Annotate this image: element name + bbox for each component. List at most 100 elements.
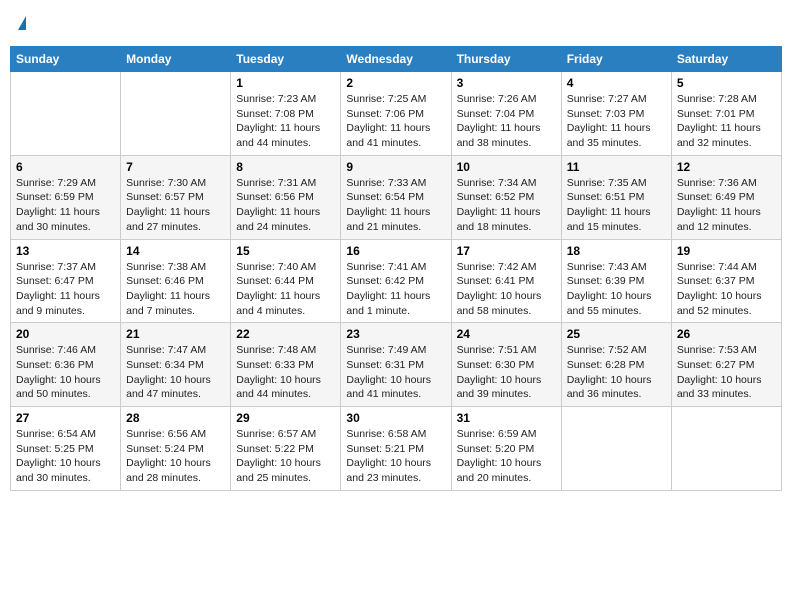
calendar-cell: 27 Sunrise: 6:54 AM Sunset: 5:25 PM Dayli… [11, 407, 121, 491]
calendar-cell: 18Sunrise: 7:43 AM Sunset: 6:39 PM Dayli… [561, 239, 671, 323]
day-number: 14 [126, 244, 225, 258]
calendar-cell: 31 Sunrise: 6:59 AM Sunset: 5:20 PM Dayli… [451, 407, 561, 491]
day-number: 23 [346, 327, 445, 341]
calendar-cell [671, 407, 781, 491]
calendar-cell: 12 Sunrise: 7:36 AM Sunset: 6:49 PM Dayli… [671, 155, 781, 239]
day-info: Sunrise: 7:27 AM Sunset: 7:03 PM Dayligh… [567, 92, 666, 151]
day-info: Sunrise: 7:35 AM Sunset: 6:51 PM Dayligh… [567, 176, 666, 235]
day-number: 19 [677, 244, 776, 258]
calendar-cell: 7 Sunrise: 7:30 AM Sunset: 6:57 PM Daylig… [121, 155, 231, 239]
calendar-cell: 29 Sunrise: 6:57 AM Sunset: 5:22 PM Dayli… [231, 407, 341, 491]
day-number: 21 [126, 327, 225, 341]
day-info: Sunrise: 7:42 AM Sunset: 6:41 PM Dayligh… [457, 260, 556, 319]
calendar-cell: 10 Sunrise: 7:34 AM Sunset: 6:52 PM Dayli… [451, 155, 561, 239]
logo-triangle-icon [18, 16, 26, 30]
page-header [10, 10, 782, 38]
calendar-cell: 30Sunrise: 6:58 AM Sunset: 5:21 PM Dayli… [341, 407, 451, 491]
day-number: 17 [457, 244, 556, 258]
calendar-cell: 22 Sunrise: 7:48 AM Sunset: 6:33 PM Dayli… [231, 323, 341, 407]
day-info: Sunrise: 6:57 AM Sunset: 5:22 PM Dayligh… [236, 427, 335, 486]
day-info: Sunrise: 7:49 AM Sunset: 6:31 PM Dayligh… [346, 343, 445, 402]
day-info: Sunrise: 7:30 AM Sunset: 6:57 PM Dayligh… [126, 176, 225, 235]
calendar-cell: 13 Sunrise: 7:37 AM Sunset: 6:47 PM Dayli… [11, 239, 121, 323]
calendar-cell [121, 72, 231, 156]
day-number: 25 [567, 327, 666, 341]
day-number: 20 [16, 327, 115, 341]
calendar-cell: 11Sunrise: 7:35 AM Sunset: 6:51 PM Dayli… [561, 155, 671, 239]
day-number: 3 [457, 76, 556, 90]
day-info: Sunrise: 7:28 AM Sunset: 7:01 PM Dayligh… [677, 92, 776, 151]
day-info: Sunrise: 7:38 AM Sunset: 6:46 PM Dayligh… [126, 260, 225, 319]
weekday-header-sunday: Sunday [11, 47, 121, 72]
calendar-cell [561, 407, 671, 491]
day-number: 5 [677, 76, 776, 90]
day-info: Sunrise: 7:29 AM Sunset: 6:59 PM Dayligh… [16, 176, 115, 235]
day-info: Sunrise: 7:41 AM Sunset: 6:42 PM Dayligh… [346, 260, 445, 319]
weekday-header-saturday: Saturday [671, 47, 781, 72]
calendar-cell: 15 Sunrise: 7:40 AM Sunset: 6:44 PM Dayli… [231, 239, 341, 323]
day-info: Sunrise: 7:52 AM Sunset: 6:28 PM Dayligh… [567, 343, 666, 402]
weekday-header-monday: Monday [121, 47, 231, 72]
calendar-cell: 4Sunrise: 7:27 AM Sunset: 7:03 PM Daylig… [561, 72, 671, 156]
day-number: 7 [126, 160, 225, 174]
logo [14, 16, 26, 32]
day-info: Sunrise: 7:53 AM Sunset: 6:27 PM Dayligh… [677, 343, 776, 402]
day-info: Sunrise: 7:25 AM Sunset: 7:06 PM Dayligh… [346, 92, 445, 151]
day-number: 22 [236, 327, 335, 341]
weekday-header-tuesday: Tuesday [231, 47, 341, 72]
calendar-cell: 6 Sunrise: 7:29 AM Sunset: 6:59 PM Daylig… [11, 155, 121, 239]
day-number: 29 [236, 411, 335, 425]
day-info: Sunrise: 7:37 AM Sunset: 6:47 PM Dayligh… [16, 260, 115, 319]
day-number: 24 [457, 327, 556, 341]
day-info: Sunrise: 7:23 AM Sunset: 7:08 PM Dayligh… [236, 92, 335, 151]
weekday-header-wednesday: Wednesday [341, 47, 451, 72]
weekday-header-friday: Friday [561, 47, 671, 72]
day-number: 26 [677, 327, 776, 341]
day-number: 15 [236, 244, 335, 258]
day-number: 1 [236, 76, 335, 90]
day-info: Sunrise: 6:56 AM Sunset: 5:24 PM Dayligh… [126, 427, 225, 486]
calendar-cell: 8 Sunrise: 7:31 AM Sunset: 6:56 PM Daylig… [231, 155, 341, 239]
day-number: 8 [236, 160, 335, 174]
day-number: 10 [457, 160, 556, 174]
calendar-cell: 25 Sunrise: 7:52 AM Sunset: 6:28 PM Dayli… [561, 323, 671, 407]
day-info: Sunrise: 7:51 AM Sunset: 6:30 PM Dayligh… [457, 343, 556, 402]
day-number: 31 [457, 411, 556, 425]
day-number: 28 [126, 411, 225, 425]
day-info: Sunrise: 7:36 AM Sunset: 6:49 PM Dayligh… [677, 176, 776, 235]
day-info: Sunrise: 6:54 AM Sunset: 5:25 PM Dayligh… [16, 427, 115, 486]
day-info: Sunrise: 7:34 AM Sunset: 6:52 PM Dayligh… [457, 176, 556, 235]
day-number: 9 [346, 160, 445, 174]
calendar-cell [11, 72, 121, 156]
weekday-header-thursday: Thursday [451, 47, 561, 72]
day-number: 12 [677, 160, 776, 174]
day-number: 13 [16, 244, 115, 258]
calendar-cell: 26 Sunrise: 7:53 AM Sunset: 6:27 PM Dayli… [671, 323, 781, 407]
day-number: 27 [16, 411, 115, 425]
calendar-cell: 24 Sunrise: 7:51 AM Sunset: 6:30 PM Dayli… [451, 323, 561, 407]
calendar-cell: 17 Sunrise: 7:42 AM Sunset: 6:41 PM Dayli… [451, 239, 561, 323]
calendar-cell: 28 Sunrise: 6:56 AM Sunset: 5:24 PM Dayli… [121, 407, 231, 491]
calendar-cell: 2 Sunrise: 7:25 AM Sunset: 7:06 PM Daylig… [341, 72, 451, 156]
calendar-cell: 23 Sunrise: 7:49 AM Sunset: 6:31 PM Dayli… [341, 323, 451, 407]
day-number: 30 [346, 411, 445, 425]
day-info: Sunrise: 7:40 AM Sunset: 6:44 PM Dayligh… [236, 260, 335, 319]
day-number: 2 [346, 76, 445, 90]
day-number: 6 [16, 160, 115, 174]
calendar-cell: 1 Sunrise: 7:23 AM Sunset: 7:08 PM Daylig… [231, 72, 341, 156]
day-number: 18 [567, 244, 666, 258]
calendar-cell: 14 Sunrise: 7:38 AM Sunset: 6:46 PM Dayli… [121, 239, 231, 323]
day-info: Sunrise: 7:33 AM Sunset: 6:54 PM Dayligh… [346, 176, 445, 235]
calendar-cell: 5 Sunrise: 7:28 AM Sunset: 7:01 PM Daylig… [671, 72, 781, 156]
day-info: Sunrise: 7:46 AM Sunset: 6:36 PM Dayligh… [16, 343, 115, 402]
calendar-cell: 9 Sunrise: 7:33 AM Sunset: 6:54 PM Daylig… [341, 155, 451, 239]
day-info: Sunrise: 7:48 AM Sunset: 6:33 PM Dayligh… [236, 343, 335, 402]
day-info: Sunrise: 7:26 AM Sunset: 7:04 PM Dayligh… [457, 92, 556, 151]
day-info: Sunrise: 7:47 AM Sunset: 6:34 PM Dayligh… [126, 343, 225, 402]
day-info: Sunrise: 7:44 AM Sunset: 6:37 PM Dayligh… [677, 260, 776, 319]
calendar-cell: 20 Sunrise: 7:46 AM Sunset: 6:36 PM Dayli… [11, 323, 121, 407]
day-info: Sunrise: 7:31 AM Sunset: 6:56 PM Dayligh… [236, 176, 335, 235]
day-info: Sunrise: 6:59 AM Sunset: 5:20 PM Dayligh… [457, 427, 556, 486]
day-number: 16 [346, 244, 445, 258]
calendar-cell: 19 Sunrise: 7:44 AM Sunset: 6:37 PM Dayli… [671, 239, 781, 323]
